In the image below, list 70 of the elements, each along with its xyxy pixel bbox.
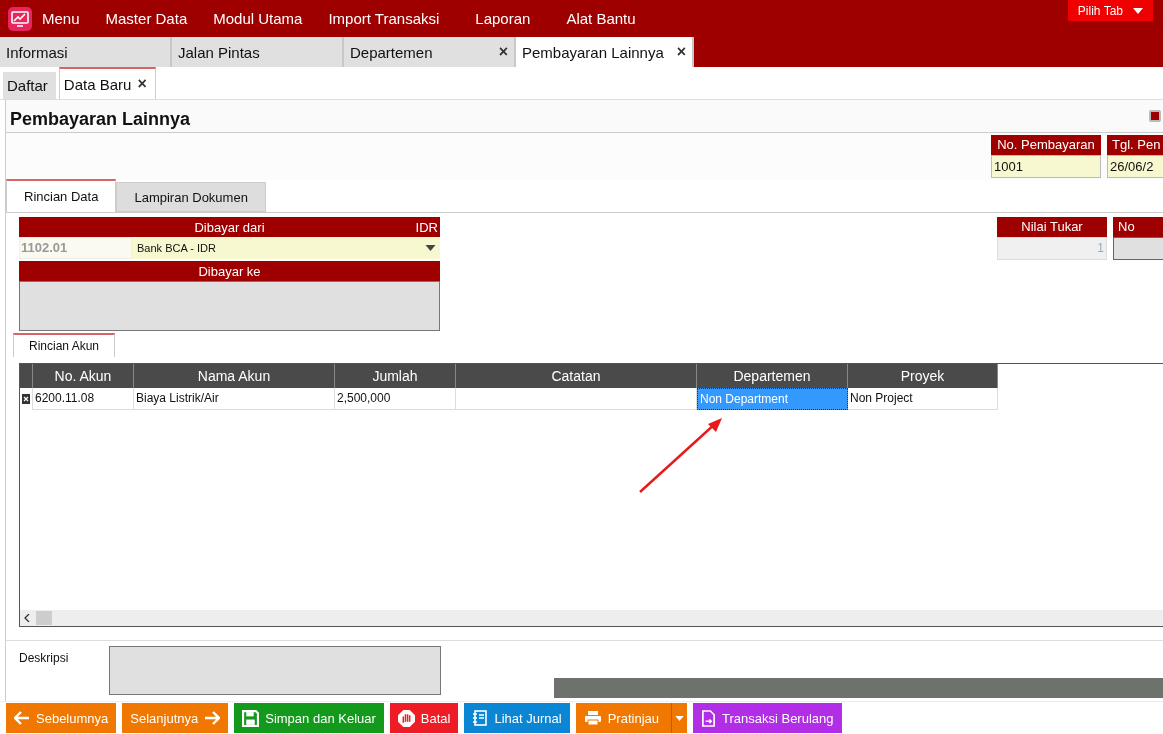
column-header[interactable]: Departemen — [697, 364, 848, 388]
pick-tab-button[interactable]: Pilih Tab — [1067, 0, 1153, 21]
column-header[interactable]: Proyek — [848, 364, 998, 388]
tab[interactable]: Rincian Data — [6, 179, 117, 212]
action-button[interactable]: Batal — [389, 703, 459, 733]
scrollbar-thumb[interactable] — [36, 611, 52, 625]
close-icon[interactable]: × — [498, 43, 508, 61]
table-cell[interactable]: Non Project — [848, 388, 998, 410]
tab-label: Informasi — [6, 43, 68, 61]
input-field[interactable]: 1001 — [991, 155, 1101, 178]
tab[interactable]: Rincian Akun — [13, 333, 116, 357]
tab-label: Jalan Pintas — [178, 43, 260, 61]
table-cell[interactable]: 2,500,000 — [335, 388, 456, 410]
section-header: Dibayar dari — [194, 219, 265, 235]
tab-label: Data Baru — [63, 75, 132, 93]
menu-item[interactable]: Menu — [42, 10, 80, 27]
menu-item[interactable]: Import Transaksi — [328, 10, 440, 27]
row-marker-icon — [22, 394, 30, 404]
tab[interactable]: Departemen × — [344, 37, 516, 67]
subtab[interactable]: Daftar — [3, 72, 56, 99]
field-label: Nilai Tukar — [997, 217, 1107, 237]
input-field[interactable] — [1113, 237, 1163, 260]
document-arrow-icon — [701, 709, 716, 727]
tab[interactable]: Informasi — [0, 37, 172, 67]
column-header[interactable]: Jumlah — [335, 364, 456, 388]
tab[interactable]: Jalan Pintas — [172, 37, 344, 67]
tab-label: Pembayaran Lainnya — [522, 43, 664, 61]
caret-icon — [1133, 7, 1143, 14]
action-button[interactable]: Simpan dan Keluar — [234, 703, 384, 733]
menu-item[interactable]: Laporan — [475, 10, 531, 27]
horizontal-scrollbar[interactable] — [20, 610, 1163, 626]
field-label: Tgl. Pen — [1107, 135, 1163, 155]
printer-icon — [583, 710, 602, 726]
description-field[interactable] — [109, 646, 441, 695]
notebook-icon — [472, 710, 489, 726]
column-header[interactable]: Nama Akun — [134, 364, 335, 388]
account-dropdown[interactable]: Bank BCA - IDR — [132, 237, 440, 259]
arrow-right-icon — [204, 711, 221, 725]
form-title: Pembayaran Lainnya — [10, 108, 191, 130]
table-cell[interactable] — [456, 388, 697, 410]
table-cell[interactable]: 6200.11.08 — [33, 388, 134, 410]
section-header: Dibayar ke — [198, 263, 261, 279]
tab[interactable]: Pembayaran Lainnya × — [516, 35, 694, 67]
action-button[interactable]: Lihat Jurnal — [464, 703, 570, 733]
tab-label: Daftar — [7, 77, 48, 94]
close-icon[interactable]: × — [137, 75, 147, 93]
stop-hand-icon — [397, 709, 415, 727]
tab[interactable]: Lampiran Dokumen — [116, 182, 266, 212]
scroll-left-icon[interactable] — [24, 614, 30, 622]
column-header[interactable]: Catatan — [456, 364, 697, 388]
arrow-left-icon — [14, 711, 30, 725]
caret-icon — [425, 245, 436, 251]
tab-label: Departemen — [350, 43, 433, 61]
input-field[interactable]: 26/06/2 — [1107, 155, 1163, 178]
column-header[interactable]: No. Akun — [33, 364, 134, 388]
field-label: No — [1113, 217, 1163, 237]
menu-item[interactable]: Alat Bantu — [566, 10, 636, 27]
currency-label: IDR — [415, 219, 438, 235]
menu-item[interactable]: Modul Utama — [213, 10, 303, 27]
logo-icon[interactable] — [8, 6, 32, 31]
caret-icon — [675, 715, 684, 721]
menu-item[interactable]: Master Data — [105, 10, 188, 27]
close-icon[interactable]: × — [676, 43, 686, 61]
table-cell[interactable]: Biaya Listrik/Air — [134, 388, 335, 410]
subtab[interactable]: Data Baru × — [58, 67, 156, 99]
action-button[interactable]: Transaksi Berulang — [693, 703, 842, 733]
field-label: Deskripsi — [19, 651, 70, 665]
paid-to-field[interactable] — [19, 281, 440, 331]
field-label: No. Pembayaran — [991, 135, 1101, 155]
status-square-icon[interactable] — [1149, 110, 1161, 122]
